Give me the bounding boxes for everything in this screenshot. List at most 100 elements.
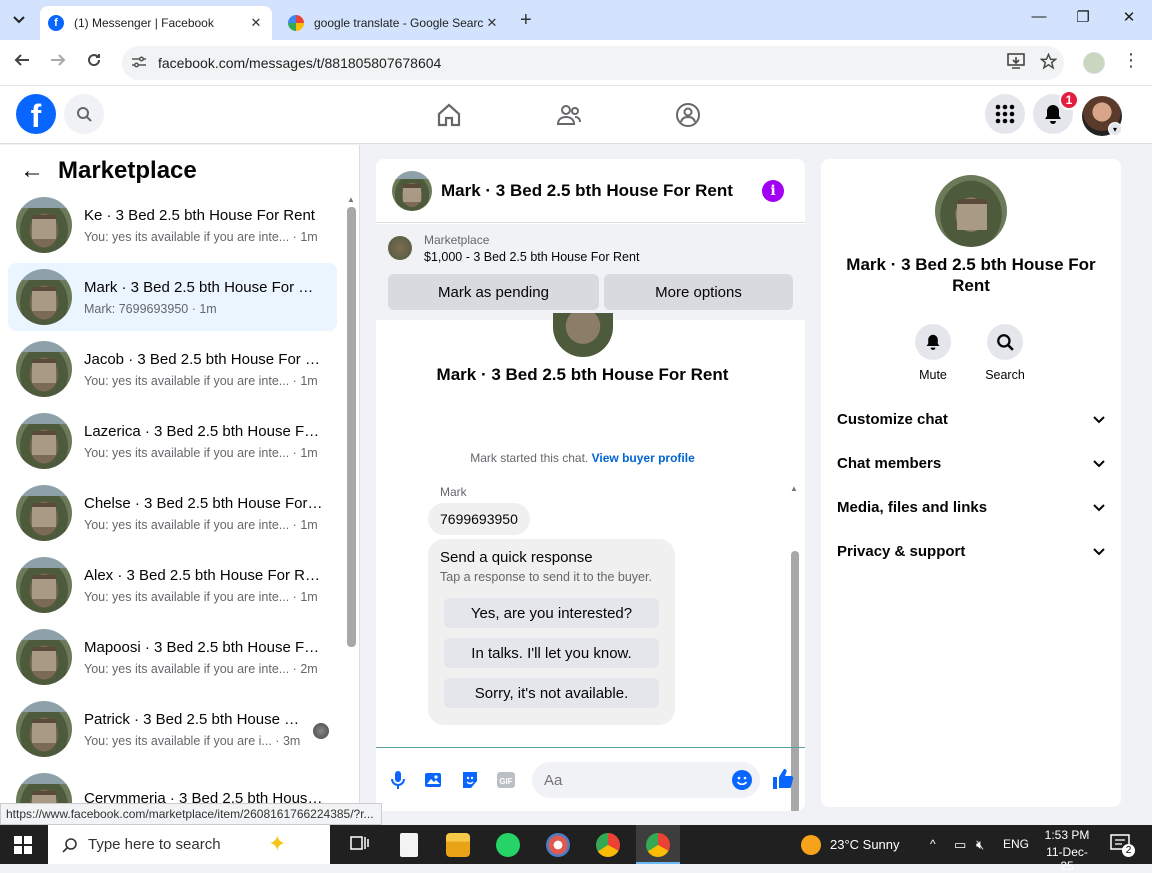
tab-close-icon[interactable]: ✕ [248, 15, 264, 31]
tab-title: (1) Messenger | Facebook [74, 16, 214, 30]
conversation-item[interactable]: Patrick · 3 Bed 2.5 bth House For Rent Yo… [8, 695, 337, 763]
weather-text[interactable]: 23°C Sunny [830, 837, 900, 852]
search-in-conversation-button[interactable]: Search [975, 324, 1035, 382]
tab-search-dropdown[interactable] [6, 8, 32, 32]
privacy-support-section[interactable]: Privacy & support [837, 543, 1105, 560]
message-composer: GIF [376, 747, 805, 811]
quick-response-option[interactable]: Sorry, it's not available. [444, 678, 659, 708]
tab-messenger[interactable]: f (1) Messenger | Facebook ✕ [40, 6, 272, 40]
listing-profile-image[interactable] [935, 175, 1007, 247]
sticker-button[interactable] [459, 769, 481, 791]
started-text: Mark started this chat. [470, 451, 589, 465]
whatsapp-icon[interactable] [496, 833, 520, 857]
address-bar[interactable]: facebook.com/messages/t/881805807678604 [122, 46, 1064, 80]
chrome-icon[interactable] [596, 833, 620, 857]
language-indicator[interactable]: ENG [1003, 837, 1029, 851]
scroll-up-arrow[interactable]: ▲ [347, 195, 355, 204]
arrow-right-icon [51, 54, 66, 66]
minimize-button[interactable]: — [1016, 8, 1062, 25]
info-icon[interactable]: i [762, 180, 784, 202]
chat-title[interactable]: Mark · 3 Bed 2.5 bth House For Rent [441, 181, 733, 201]
voice-clip-button[interactable] [387, 769, 409, 791]
conversation-item[interactable]: Chelse · 3 Bed 2.5 bth House For Rent You… [8, 479, 337, 547]
new-tab-button[interactable]: + [520, 10, 532, 30]
reload-button[interactable] [83, 52, 105, 73]
facebook-logo-icon[interactable]: f [16, 94, 56, 134]
media-files-links-section[interactable]: Media, files and links [837, 499, 1105, 516]
site-settings-icon[interactable] [122, 55, 156, 72]
mark-as-pending-button[interactable]: Mark as pending [388, 274, 599, 310]
tab-close-icon[interactable]: ✕ [484, 15, 500, 31]
browser-profile-avatar[interactable] [1083, 52, 1105, 74]
groups-nav-button[interactable] [675, 102, 701, 128]
task-view-icon[interactable] [348, 833, 372, 857]
quick-response-option[interactable]: In talks. I'll let you know. [444, 638, 659, 668]
tab-google-search[interactable]: google translate - Google Search ✕ [280, 6, 508, 40]
file-explorer-icon[interactable] [446, 833, 470, 857]
clock[interactable]: 1:53 PM 11-Dec-25 [1040, 828, 1094, 873]
url-text[interactable]: facebook.com/messages/t/881805807678604 [156, 55, 1000, 71]
windows-start-button[interactable] [14, 836, 32, 859]
message-bubble[interactable]: 7699693950 [428, 503, 530, 535]
chrome-active-window[interactable] [636, 825, 680, 864]
conversation-item[interactable]: Alex · 3 Bed 2.5 bth House For Rent You: … [8, 551, 337, 619]
windows-logo-icon [14, 836, 32, 854]
account-chevron-icon[interactable]: ▾ [1108, 122, 1122, 136]
tray-overflow-icon[interactable]: ^ [930, 837, 936, 851]
home-nav-button[interactable] [436, 102, 462, 128]
conversation-name: Patrick · 3 Bed 2.5 bth House For Rent [84, 710, 302, 728]
friends-nav-button[interactable] [556, 102, 582, 128]
listing-price-title[interactable]: $1,000 - 3 Bed 2.5 bth House For Rent [424, 250, 639, 264]
conversation-item[interactable]: Lazerica · 3 Bed 2.5 bth House For Rent Y… [8, 407, 337, 475]
bookmark-star-icon[interactable] [1032, 52, 1064, 74]
browser-toolbar: facebook.com/messages/t/881805807678604 … [0, 40, 1152, 86]
maximize-button[interactable]: ❐ [1060, 8, 1106, 26]
more-options-button[interactable]: More options [604, 274, 793, 310]
browser-menu-icon[interactable]: ⋮ [1122, 50, 1140, 71]
chat-members-section[interactable]: Chat members [837, 455, 1105, 472]
forward-button[interactable] [47, 52, 69, 73]
grid-menu-icon [995, 104, 1015, 124]
menu-grid-button[interactable] [985, 94, 1025, 134]
chevron-down-icon [13, 16, 25, 24]
groups-icon [676, 103, 700, 127]
back-button[interactable] [11, 52, 33, 73]
search-label: Search [985, 368, 1025, 382]
network-icon[interactable]: ▭ [954, 837, 966, 853]
message-input[interactable] [532, 762, 760, 798]
close-window-button[interactable]: ✕ [1106, 8, 1152, 26]
conversation-item[interactable]: Mapoosi · 3 Bed 2.5 bth House For Rent Yo… [8, 623, 337, 691]
listing-thumbnail [16, 413, 72, 469]
emoji-button[interactable] [732, 770, 752, 790]
conversation-item-selected[interactable]: Mark · 3 Bed 2.5 bth House For Rent Mark:… [8, 263, 337, 331]
scroll-up-arrow[interactable]: ▲ [790, 484, 798, 493]
bell-icon [1045, 105, 1061, 124]
view-buyer-profile-link[interactable]: View buyer profile [592, 451, 695, 465]
facebook-search-button[interactable] [64, 94, 104, 134]
paint-app-icon[interactable] [546, 833, 570, 857]
volume-muted-icon[interactable]: 🔇︎ [976, 837, 984, 853]
notepad-icon[interactable] [400, 833, 418, 857]
quick-response-option[interactable]: Yes, are you interested? [444, 598, 659, 628]
conversation-item[interactable]: Ke · 3 Bed 2.5 bth House For Rent You: ye… [8, 191, 337, 259]
chat-listing-thumbnail[interactable] [392, 170, 432, 211]
message-sender-name: Mark [440, 485, 467, 499]
gif-button[interactable]: GIF [495, 769, 517, 791]
mute-button[interactable]: Mute [903, 324, 963, 382]
google-favicon-icon [288, 15, 304, 31]
listing-thumbnail [16, 197, 72, 253]
install-app-icon[interactable] [1000, 53, 1032, 73]
like-send-button[interactable] [771, 767, 795, 791]
conversation-item[interactable]: Jacob · 3 Bed 2.5 bth House For Rent You:… [8, 335, 337, 403]
taskbar-search-box[interactable]: Type here to search ✦ [48, 825, 330, 864]
attach-photo-button[interactable] [423, 769, 445, 791]
back-arrow-icon[interactable]: ← [20, 157, 44, 185]
photo-icon [425, 773, 441, 787]
microphone-icon [391, 771, 405, 789]
weather-sun-icon[interactable] [801, 835, 821, 855]
conversation-preview: You: yes its available if you are inte..… [84, 445, 318, 460]
chat-started-notice: Mark started this chat. View buyer profi… [376, 451, 789, 465]
sparkle-icon: ✦ [268, 831, 287, 856]
conversation-list-scrollbar[interactable] [347, 207, 356, 647]
customize-chat-section[interactable]: Customize chat [837, 411, 1105, 428]
